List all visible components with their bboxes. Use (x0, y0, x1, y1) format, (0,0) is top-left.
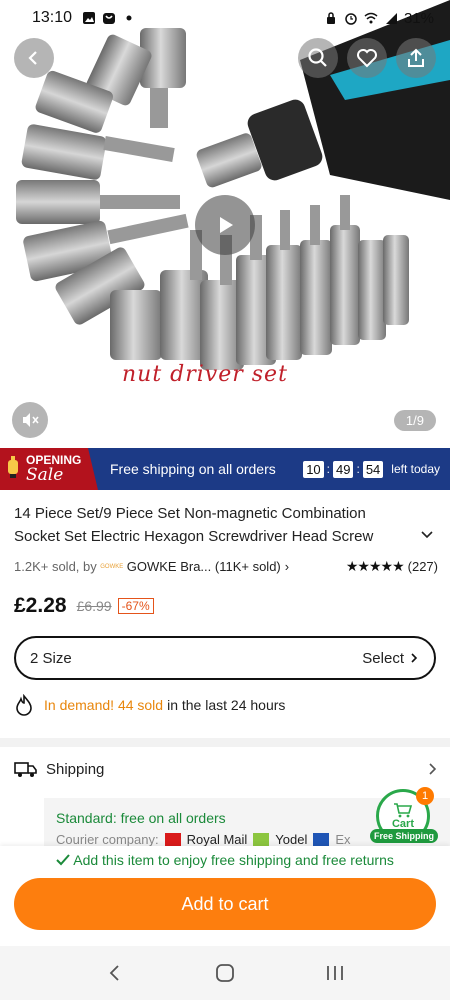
courier-logo-icon (313, 833, 330, 846)
battery-level: 31% (403, 9, 434, 27)
checkmark-icon (56, 854, 70, 866)
free-shipping-note: Add this item to enjoy free shipping and… (0, 852, 450, 868)
chevron-right-icon (411, 653, 418, 663)
gallery-notification-icon (83, 12, 96, 24)
shipping-section-header[interactable]: Shipping (14, 760, 438, 778)
mute-button[interactable] (12, 402, 48, 438)
wifi-icon (364, 12, 378, 24)
section-divider (0, 738, 450, 747)
cart-free-shipping-badge: Free Shipping (370, 829, 439, 843)
shipping-heading: Shipping (46, 760, 105, 778)
shopping-notification-icon (103, 13, 116, 24)
courier-yodel: Yodel (275, 832, 308, 846)
countdown-separator: : (326, 462, 331, 476)
speaker-muted-icon (23, 413, 39, 427)
rating-stars[interactable]: ★★★★★ (346, 558, 405, 575)
flame-icon (16, 694, 32, 716)
royal-mail-logo-icon (164, 833, 181, 846)
lock-icon (326, 12, 335, 24)
countdown-hours: 10 (303, 460, 324, 478)
demand-notice: In demand! 44 sold in the last 24 hours (14, 694, 285, 716)
size-selector[interactable]: 2 Size Select (14, 636, 436, 680)
image-counter: 1/9 (393, 410, 436, 431)
share-button[interactable] (396, 38, 436, 78)
countdown-timer: 10 : 49 : 54 left today (303, 460, 450, 478)
alarm-icon (345, 13, 357, 25)
bottom-action-bar: Add this item to enjoy free shipping and… (0, 846, 450, 946)
back-button[interactable] (14, 38, 54, 78)
demand-text: in the last 24 hours (167, 697, 286, 713)
status-time: 13:10 (32, 9, 73, 26)
lantern-icon (8, 456, 18, 478)
search-button[interactable] (298, 38, 338, 78)
discount-badge: -67% (117, 598, 154, 614)
nav-back-icon (109, 965, 119, 981)
play-video-button[interactable] (195, 195, 255, 255)
store-logo: GOWKE (100, 563, 124, 570)
search-icon (308, 48, 327, 67)
floating-cart-button[interactable]: Cart 1 Free Shipping (370, 787, 439, 847)
promo-banner[interactable]: OPENING Sale Free shipping on all orders… (0, 448, 450, 490)
yodel-logo-icon (253, 833, 270, 846)
add-to-cart-button[interactable]: Add to cart (14, 878, 436, 930)
chevron-down-icon[interactable] (420, 528, 434, 542)
dot-notification-icon (126, 15, 132, 21)
nav-recents-icon (327, 966, 343, 980)
product-meta: 1.2K+ sold, by GOWKE GOWKE Bra... (11K+ … (14, 558, 438, 575)
demand-highlight: In demand! 44 sold (44, 697, 164, 713)
free-shipping-text: Free shipping on all orders (110, 461, 276, 477)
left-today-label: left today (391, 462, 440, 476)
store-link[interactable]: GOWKE Bra... (11K+ sold) (127, 559, 281, 574)
courier-royal-mail: Royal Mail (186, 832, 248, 846)
courier-other: Ex (335, 832, 351, 846)
wishlist-button[interactable] (347, 38, 387, 78)
cart-count-badge: 1 (416, 787, 434, 805)
original-price: £6.99 (76, 598, 112, 614)
chevron-left-icon (28, 51, 37, 65)
signal-icon (385, 13, 397, 24)
truck-icon (14, 762, 37, 777)
nav-recents-button[interactable] (315, 958, 355, 988)
play-icon (220, 217, 233, 233)
product-title[interactable]: 14 Piece Set/9 Piece Set Non-magnetic Co… (14, 502, 414, 548)
price-row: £2.28 £6.99 -67% (14, 594, 154, 618)
cart-icon (394, 803, 413, 818)
system-navigation-bar (0, 946, 450, 1000)
status-bar: 13:10 31% (0, 0, 450, 36)
countdown-minutes: 49 (333, 460, 354, 478)
nav-home-button[interactable] (205, 958, 245, 988)
chevron-right-icon (429, 763, 437, 775)
product-image-gallery[interactable]: 13:10 31% nut driver set 1/9 (0, 0, 450, 448)
sold-count: 1.2K+ sold, by (14, 559, 97, 574)
select-label: Select (362, 649, 404, 667)
current-price: £2.28 (14, 594, 67, 617)
review-count[interactable]: (227) (408, 559, 438, 574)
nav-back-button[interactable] (95, 958, 135, 988)
nav-home-icon (216, 964, 234, 982)
sale-label: Sale (26, 465, 64, 485)
image-caption: nut driver set (122, 362, 288, 387)
heart-icon (357, 49, 377, 68)
countdown-separator: : (356, 462, 360, 476)
opening-sale-badge: OPENING Sale (0, 448, 98, 490)
size-label: 2 Size (30, 649, 72, 667)
courier-label: Courier company: (56, 832, 159, 846)
countdown-seconds: 54 (362, 460, 384, 478)
free-shipping-note-text: Add this item to enjoy free shipping and… (73, 852, 394, 868)
chevron-right-icon[interactable]: › (285, 559, 289, 574)
share-icon (408, 48, 424, 67)
